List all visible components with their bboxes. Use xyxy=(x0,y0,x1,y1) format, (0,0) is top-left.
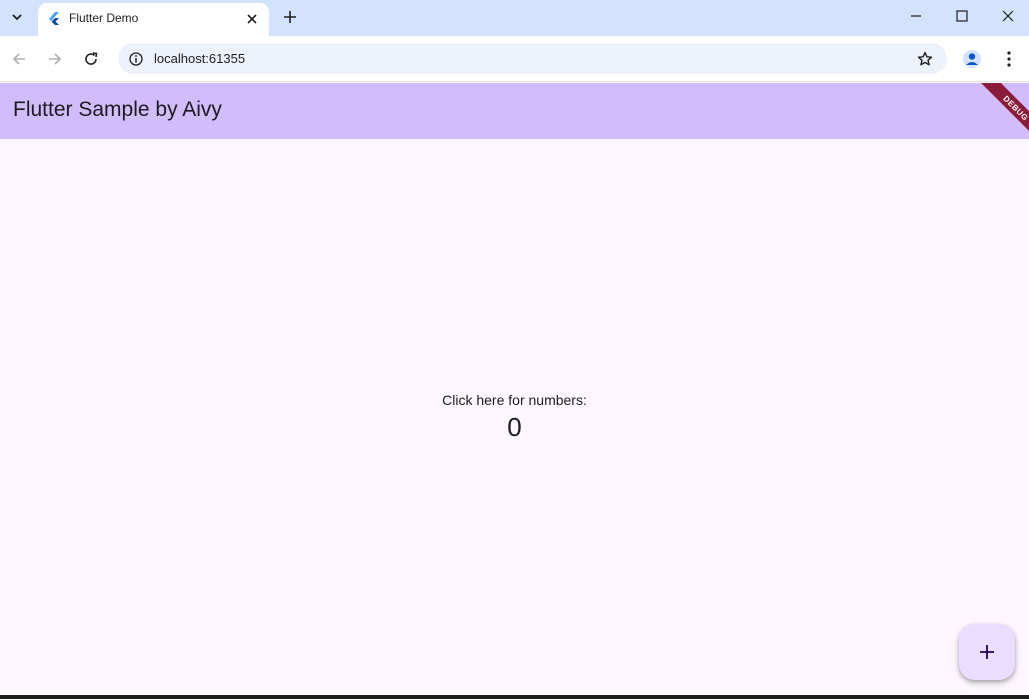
info-icon xyxy=(129,52,143,66)
url-text[interactable]: localhost:61355 xyxy=(154,51,245,66)
browser-menu-button[interactable] xyxy=(996,46,1022,72)
app-body: Click here for numbers: 0 xyxy=(0,139,1029,695)
add-icon xyxy=(980,645,994,659)
flutter-icon xyxy=(49,12,59,25)
reload-icon xyxy=(85,52,98,65)
chevron-down-icon xyxy=(12,14,22,21)
back-arrow-icon xyxy=(12,53,25,65)
bookmark-button[interactable] xyxy=(913,47,937,71)
plus-icon xyxy=(284,11,296,23)
forward-arrow-icon xyxy=(49,53,62,65)
increment-fab-button[interactable] xyxy=(959,624,1015,680)
tab-title: Flutter Demo xyxy=(69,11,139,25)
app-bar: Flutter Sample by Aivy DEBUG xyxy=(0,83,1029,139)
debug-label: DEBUG xyxy=(979,83,1029,139)
window-close-button[interactable] xyxy=(985,0,1029,32)
tab-close-button[interactable] xyxy=(243,10,261,28)
minimize-icon xyxy=(911,15,921,17)
maximize-button[interactable] xyxy=(939,0,985,32)
forward-button[interactable] xyxy=(42,46,68,72)
profile-icon xyxy=(963,50,981,68)
close-icon xyxy=(247,14,257,24)
tab-search-button[interactable] xyxy=(4,4,30,30)
minimize-button[interactable] xyxy=(893,0,939,32)
profile-button[interactable] xyxy=(959,46,985,72)
counter-value: 0 xyxy=(507,412,522,442)
browser-toolbar: localhost:61355 xyxy=(0,36,1029,82)
counter-prompt: Click here for numbers: xyxy=(442,392,587,408)
address-bar[interactable]: localhost:61355 xyxy=(118,43,947,74)
more-vert-icon xyxy=(1007,51,1011,67)
browser-tab-strip: Flutter Demo xyxy=(0,0,1029,36)
new-tab-button[interactable] xyxy=(277,4,303,30)
app-title: Flutter Sample by Aivy xyxy=(13,98,222,121)
taskbar-edge xyxy=(0,695,1029,699)
debug-banner: DEBUG xyxy=(969,83,1029,139)
back-button[interactable] xyxy=(6,46,32,72)
site-info-button[interactable] xyxy=(124,47,148,71)
reload-button[interactable] xyxy=(78,46,104,72)
close-icon xyxy=(1002,10,1014,22)
browser-tab[interactable]: Flutter Demo xyxy=(38,3,269,36)
star-icon xyxy=(917,51,933,66)
maximize-icon xyxy=(956,10,968,22)
